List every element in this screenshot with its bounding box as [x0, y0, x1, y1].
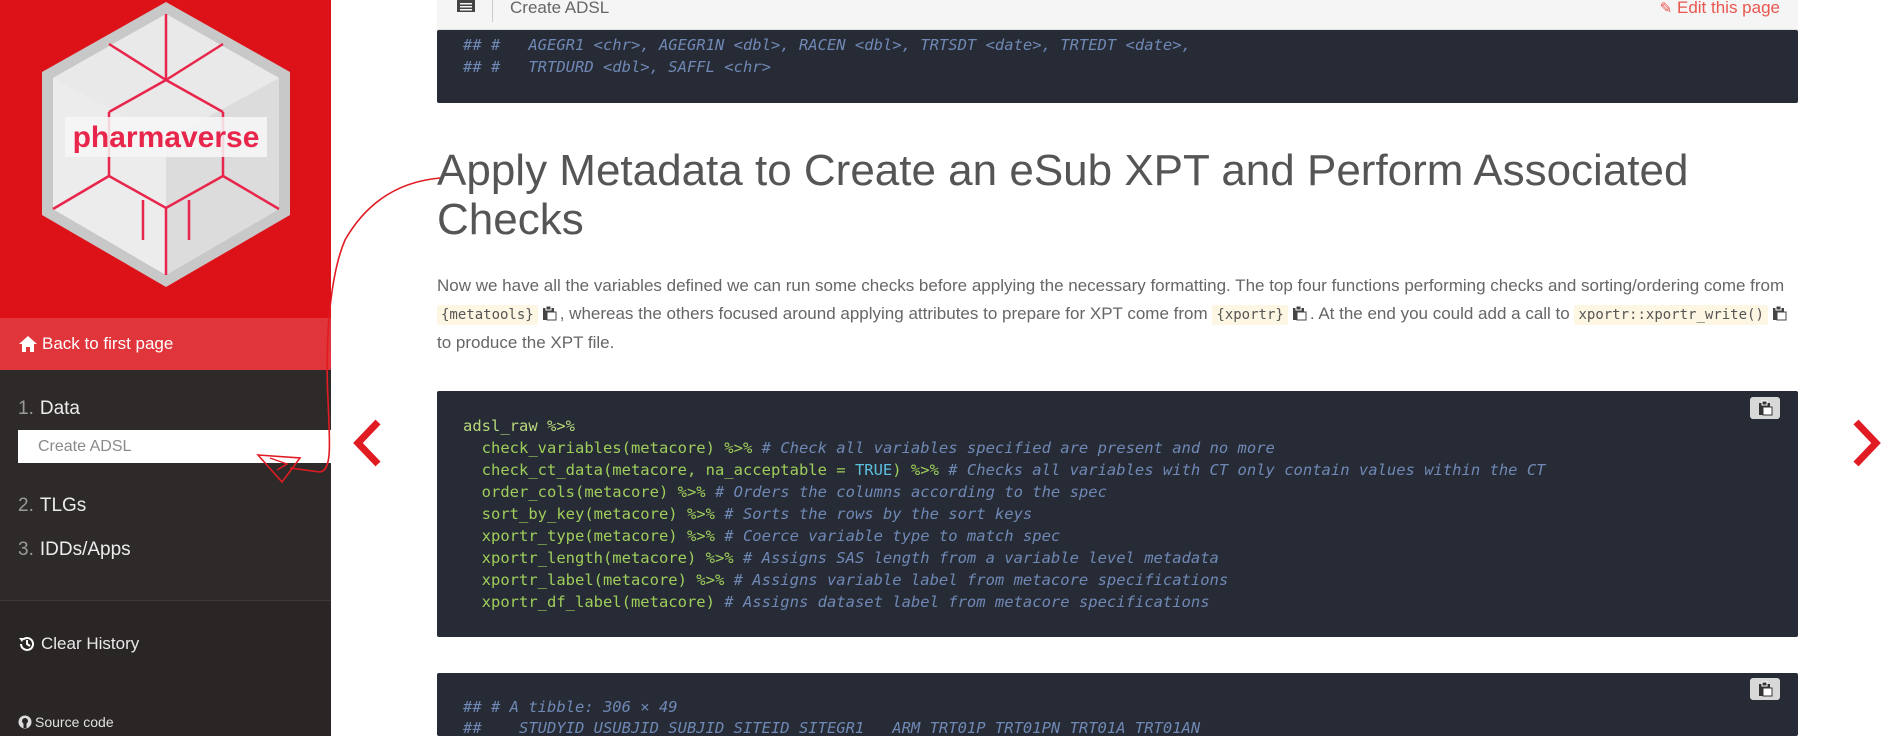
clipboard-icon[interactable]: [541, 305, 557, 321]
code-comment: # Assigns variable label from metacore s…: [724, 571, 1229, 589]
inline-code-xportr-write[interactable]: xportr::xportr_write(): [1574, 305, 1768, 325]
history-icon: [19, 636, 34, 651]
code-line: ## STUDYID USUBJID SUBJID SITEID SITEGR1…: [463, 719, 1201, 737]
code-fn: xportr_label(metacore) %>%: [463, 571, 725, 589]
clipboard-icon[interactable]: [1291, 305, 1307, 321]
logo-text: pharmaverse: [73, 121, 260, 154]
sidebar: pharmaverse Back to first page 1. Data Cr…: [0, 0, 331, 736]
code-line: sort_by_key(metacore) %>% # Sorts the ro…: [463, 505, 1033, 523]
nav-label: Data: [39, 398, 80, 419]
edit-this-page-link[interactable]: ✎ Edit this page: [1660, 0, 1780, 18]
code-line: ## # AGEGR1 <chr>, AGEGR1N <dbl>, RACEN …: [463, 36, 1191, 54]
nav-item-idds-apps[interactable]: 3. IDDs/Apps: [18, 539, 131, 561]
nav-label: IDDs/Apps: [39, 539, 131, 560]
code-fn: check_variables(metacore) %>%: [463, 439, 753, 457]
previous-page-arrow-icon[interactable]: [350, 418, 384, 468]
clipboard-icon: [1759, 400, 1773, 416]
edit-icon: ✎: [1659, 0, 1673, 17]
code-comment: # Sorts the rows by the sort keys: [714, 505, 1033, 523]
code-line: order_cols(metacore) %>% # Orders the co…: [463, 483, 1107, 501]
code-line: xportr_type(metacore) %>% # Coerce varia…: [463, 527, 1061, 545]
code-line: check_ct_data(metacore, na_acceptable = …: [463, 461, 1546, 479]
source-code-link[interactable]: Source code: [18, 714, 114, 730]
toc-toggle-icon[interactable]: [457, 0, 475, 14]
top-toolbar: Create ADSL ✎ Edit this page: [437, 0, 1798, 30]
next-page-arrow-icon[interactable]: [1850, 418, 1881, 468]
code-block-main[interactable]: adsl_raw %>% check_variables(metacore) %…: [437, 391, 1798, 637]
code-line: ## # A tibble: 306 × 49: [463, 698, 678, 716]
code-comment: # Coerce variable type to match spec: [714, 527, 1061, 545]
para-text: , whereas the others focused around appl…: [559, 304, 1208, 323]
edit-link-label: Edit this page: [1676, 0, 1780, 17]
nav-num: 1.: [18, 398, 34, 419]
nav-subitem-label: Create ADSL: [38, 437, 132, 455]
code-keyword: TRUE: [854, 461, 893, 479]
para-text: Now we have all the variables defined we…: [437, 276, 1785, 295]
copy-code-button[interactable]: [1750, 678, 1780, 700]
code-fn: xportr_type(metacore) %>%: [463, 527, 715, 545]
code-comment: # Orders the columns according to the sp…: [705, 483, 1107, 501]
nav-item-tlgs[interactable]: 2. TLGs: [18, 495, 86, 517]
code-line: xportr_df_label(metacore) # Assigns data…: [463, 593, 1210, 611]
code-line: ## # TRTDURD <dbl>, SAFFL <chr>: [463, 58, 771, 76]
inline-code-metatools[interactable]: {metatools}: [437, 305, 538, 325]
nav-num: 2.: [18, 495, 34, 516]
code-comment: # Assigns dataset label from metacore sp…: [714, 593, 1210, 611]
sidebar-divider: [0, 600, 331, 601]
back-to-first-page-link[interactable]: Back to first page: [0, 318, 331, 370]
code-fn: check_ct_data(metacore, na_acceptable =: [463, 461, 855, 479]
clear-history-label: Clear History: [41, 634, 140, 653]
code-comment: # Check all variables specified are pres…: [752, 439, 1275, 457]
copy-code-button[interactable]: [1750, 397, 1780, 419]
code-comment: # Assigns SAS length from a variable lev…: [733, 549, 1219, 567]
page-title: Create ADSL: [510, 0, 610, 17]
code-output-top: ## # AGEGR1 <chr>, AGEGR1N <dbl>, RACEN …: [437, 30, 1798, 103]
clear-history-button[interactable]: Clear History: [18, 634, 139, 654]
back-link-label: Back to first page: [42, 334, 174, 353]
para-text: to produce the XPT file.: [437, 333, 615, 352]
toolbar-separator: [492, 0, 493, 22]
pharmaverse-logo[interactable]: pharmaverse: [35, 0, 297, 295]
code-fn: ) %>%: [892, 461, 939, 479]
nav-item-data[interactable]: 1. Data: [18, 398, 80, 420]
code-line: xportr_label(metacore) %>% # Assigns var…: [463, 571, 1229, 589]
nav-label: TLGs: [39, 495, 87, 516]
code-line: xportr_length(metacore) %>% # Assigns SA…: [463, 549, 1219, 567]
code-fn: sort_by_key(metacore) %>%: [463, 505, 715, 523]
github-icon: [18, 715, 32, 729]
para-text: . At the end you could add a call to: [1309, 304, 1570, 323]
clipboard-icon: [1759, 681, 1773, 697]
source-code-label: Source code: [35, 714, 114, 730]
intro-paragraph: Now we have all the variables defined we…: [437, 272, 1807, 357]
nav-subitem-create-adsl[interactable]: Create ADSL: [18, 430, 331, 463]
code-comment: # Checks all variables with CT only cont…: [938, 461, 1546, 479]
logo-area: pharmaverse: [0, 0, 331, 318]
nav-num: 3.: [18, 539, 34, 560]
code-output-bottom: ## # A tibble: 306 × 49 ## STUDYID USUBJ…: [437, 673, 1798, 737]
code-fn: xportr_length(metacore) %>%: [463, 549, 734, 567]
code-line: adsl_raw %>%: [463, 417, 575, 435]
code-line: check_variables(metacore) %>% # Check al…: [463, 439, 1275, 457]
home-icon: [19, 336, 37, 352]
section-heading: Apply Metadata to Create an eSub XPT and…: [437, 146, 1689, 244]
code-fn: order_cols(metacore) %>%: [463, 483, 706, 501]
code-fn: xportr_df_label(metacore): [463, 593, 715, 611]
inline-code-xportr[interactable]: {xportr}: [1212, 305, 1288, 325]
clipboard-icon[interactable]: [1771, 305, 1787, 321]
